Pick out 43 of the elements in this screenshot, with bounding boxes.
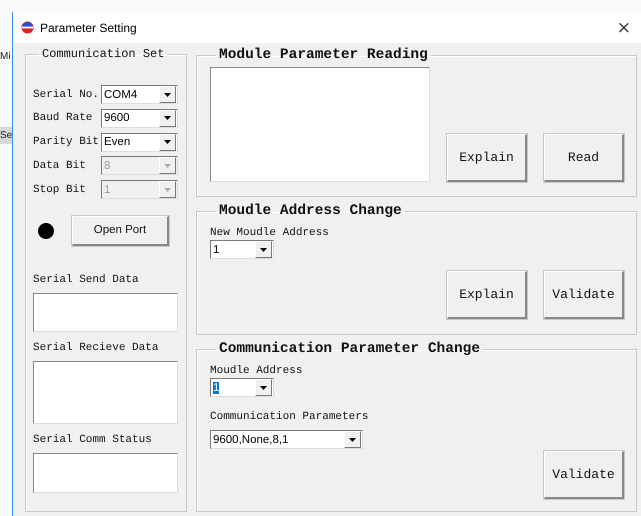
group-title: Module Parameter Reading [218, 47, 429, 63]
field-label: Data Bit [33, 160, 86, 172]
text-field[interactable] [33, 292, 178, 332]
dropdown-field[interactable]: 9600 [101, 108, 178, 128]
field-label: Serial Send Data [33, 274, 140, 286]
caret-icon [349, 438, 356, 442]
dropdown-field[interactable]: 9600,None,8,1 [210, 430, 363, 449]
caret-icon [164, 116, 171, 120]
dropdown-field[interactable]: 1 [210, 378, 274, 397]
caret-icon [260, 386, 267, 390]
field-label: Baud Rate [33, 112, 92, 124]
action-button[interactable]: Explain [447, 271, 527, 319]
group-title: Communication Parameter Change [218, 341, 482, 357]
field-label: Serial Comm Status [33, 434, 153, 446]
field-label: Communication Parameters [210, 411, 370, 423]
action-button[interactable]: Read [544, 134, 624, 182]
action-button[interactable]: Validate [544, 271, 624, 319]
dropdown-field[interactable]: COM4 [101, 85, 178, 104]
field-label: Stop Bit [33, 184, 86, 196]
group-title: Communication Set [41, 47, 166, 61]
caret-icon [260, 248, 267, 252]
field-label: Moudle Address [210, 365, 304, 377]
field-label: Parity Bit [33, 136, 100, 148]
field-label: Serial Recieve Data [33, 342, 160, 354]
close-button[interactable]: × [612, 18, 635, 38]
open-port-button[interactable]: Open Port [72, 216, 169, 246]
text-field[interactable] [33, 453, 178, 494]
dropdown-field[interactable]: 1 [210, 240, 274, 259]
window-title: Parameter Setting [40, 20, 138, 34]
caret-icon [164, 188, 171, 192]
background-text: Se [0, 127, 12, 144]
caret-icon [164, 92, 171, 97]
dropdown-field[interactable]: Even [101, 132, 178, 152]
group-title: Moudle Address Change [218, 203, 403, 219]
field-label: New Moudle Address [210, 227, 330, 239]
text-field[interactable] [33, 361, 178, 424]
caret-icon [164, 164, 171, 168]
validate-button[interactable]: Validate [544, 451, 624, 499]
field-label: Serial No. [33, 88, 100, 101]
background-text: Mi [0, 50, 12, 64]
action-button[interactable]: Explain [447, 134, 527, 182]
app-logo-icon [21, 21, 34, 34]
caret-icon [164, 140, 171, 144]
